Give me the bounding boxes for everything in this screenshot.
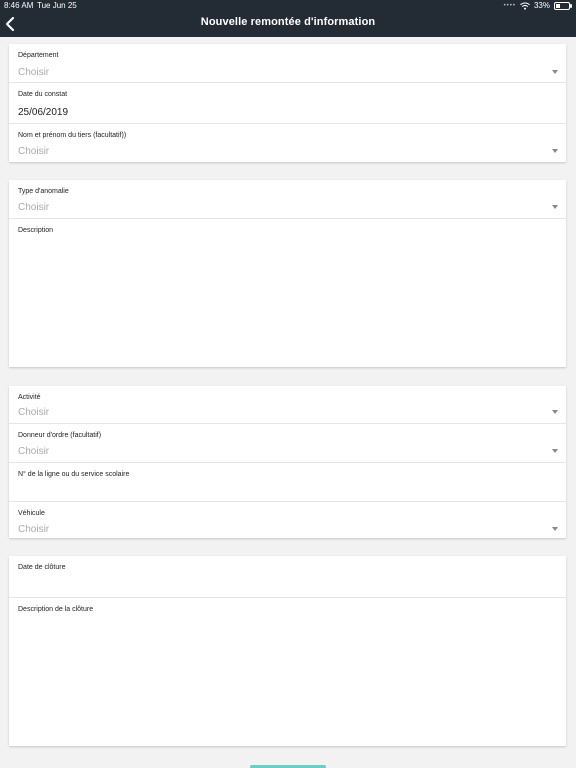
status-indicators: •••• 33% — [503, 0, 572, 12]
wifi-icon — [520, 2, 530, 10]
chevron-down-icon — [552, 410, 558, 414]
chevron-down-icon — [552, 70, 558, 74]
nom-tiers-select[interactable]: Nom et prénom du tiers (facultatif)) Cho… — [9, 124, 566, 163]
departement-select[interactable]: Département Choisir — [9, 44, 566, 83]
section-anomalie: Type d'anomalie Choisir Description — [9, 180, 566, 367]
description-label: Description — [18, 227, 54, 234]
section-general: Département Choisir Date du constat 25/0… — [9, 44, 566, 162]
chevron-down-icon — [552, 449, 558, 453]
departement-value: Choisir — [18, 67, 50, 78]
date-constat-label: Date du constat — [18, 91, 68, 98]
description-cloture-textarea[interactable]: Description de la clôture — [9, 598, 566, 746]
vehicule-label: Véhicule — [18, 510, 45, 517]
donneur-ordre-select[interactable]: Donneur d'ordre (facultatif) Choisir — [9, 424, 566, 463]
status-bar: 8:46 AM Tue Jun 25 •••• 33% — [0, 0, 576, 12]
departement-label: Département — [18, 52, 59, 59]
type-anomalie-label: Type d'anomalie — [18, 188, 69, 195]
num-ligne-label: N° de la ligne ou du service scolaire — [18, 471, 130, 478]
section-activite: Activité Choisir Donneur d'ordre (facult… — [9, 386, 566, 538]
type-anomalie-select[interactable]: Type d'anomalie Choisir — [9, 180, 566, 219]
donneur-ordre-label: Donneur d'ordre (facultatif) — [18, 432, 102, 439]
description-textarea[interactable]: Description — [9, 219, 566, 367]
date-cloture-label: Date de clôture — [18, 564, 66, 571]
page-title: Nouvelle remontée d'information — [200, 16, 376, 28]
chevron-down-icon — [552, 205, 558, 209]
section-cloture: Date de clôture Description de la clôtur… — [9, 556, 566, 746]
app-header: 8:46 AM Tue Jun 25 •••• 33% Nouvelle rem… — [0, 0, 576, 37]
type-anomalie-value: Choisir — [18, 202, 50, 213]
nom-tiers-label: Nom et prénom du tiers (facultatif)) — [18, 132, 127, 139]
activite-label: Activité — [18, 394, 41, 401]
battery-icon — [554, 2, 572, 10]
activite-select[interactable]: Activité Choisir — [9, 386, 566, 424]
description-cloture-label: Description de la clôture — [18, 606, 94, 613]
date-constat-field[interactable]: Date du constat 25/06/2019 — [9, 83, 566, 124]
nom-tiers-value: Choisir — [18, 146, 50, 157]
signal-icon: •••• — [503, 3, 516, 9]
donneur-ordre-value: Choisir — [18, 446, 50, 457]
chevron-down-icon — [552, 527, 558, 531]
status-time: 8:46 AM — [4, 1, 34, 10]
date-cloture-field[interactable]: Date de clôture — [9, 556, 566, 598]
status-date: Tue Jun 25 — [37, 1, 77, 10]
num-ligne-input[interactable]: N° de la ligne ou du service scolaire — [9, 463, 566, 502]
battery-percent: 33% — [533, 1, 550, 10]
battery-fill — [556, 4, 560, 8]
vehicule-value: Choisir — [18, 524, 50, 535]
activite-value: Choisir — [18, 407, 50, 418]
vehicule-select[interactable]: Véhicule Choisir — [9, 502, 566, 540]
chevron-down-icon — [552, 149, 558, 153]
date-constat-value: 25/06/2019 — [18, 107, 69, 118]
